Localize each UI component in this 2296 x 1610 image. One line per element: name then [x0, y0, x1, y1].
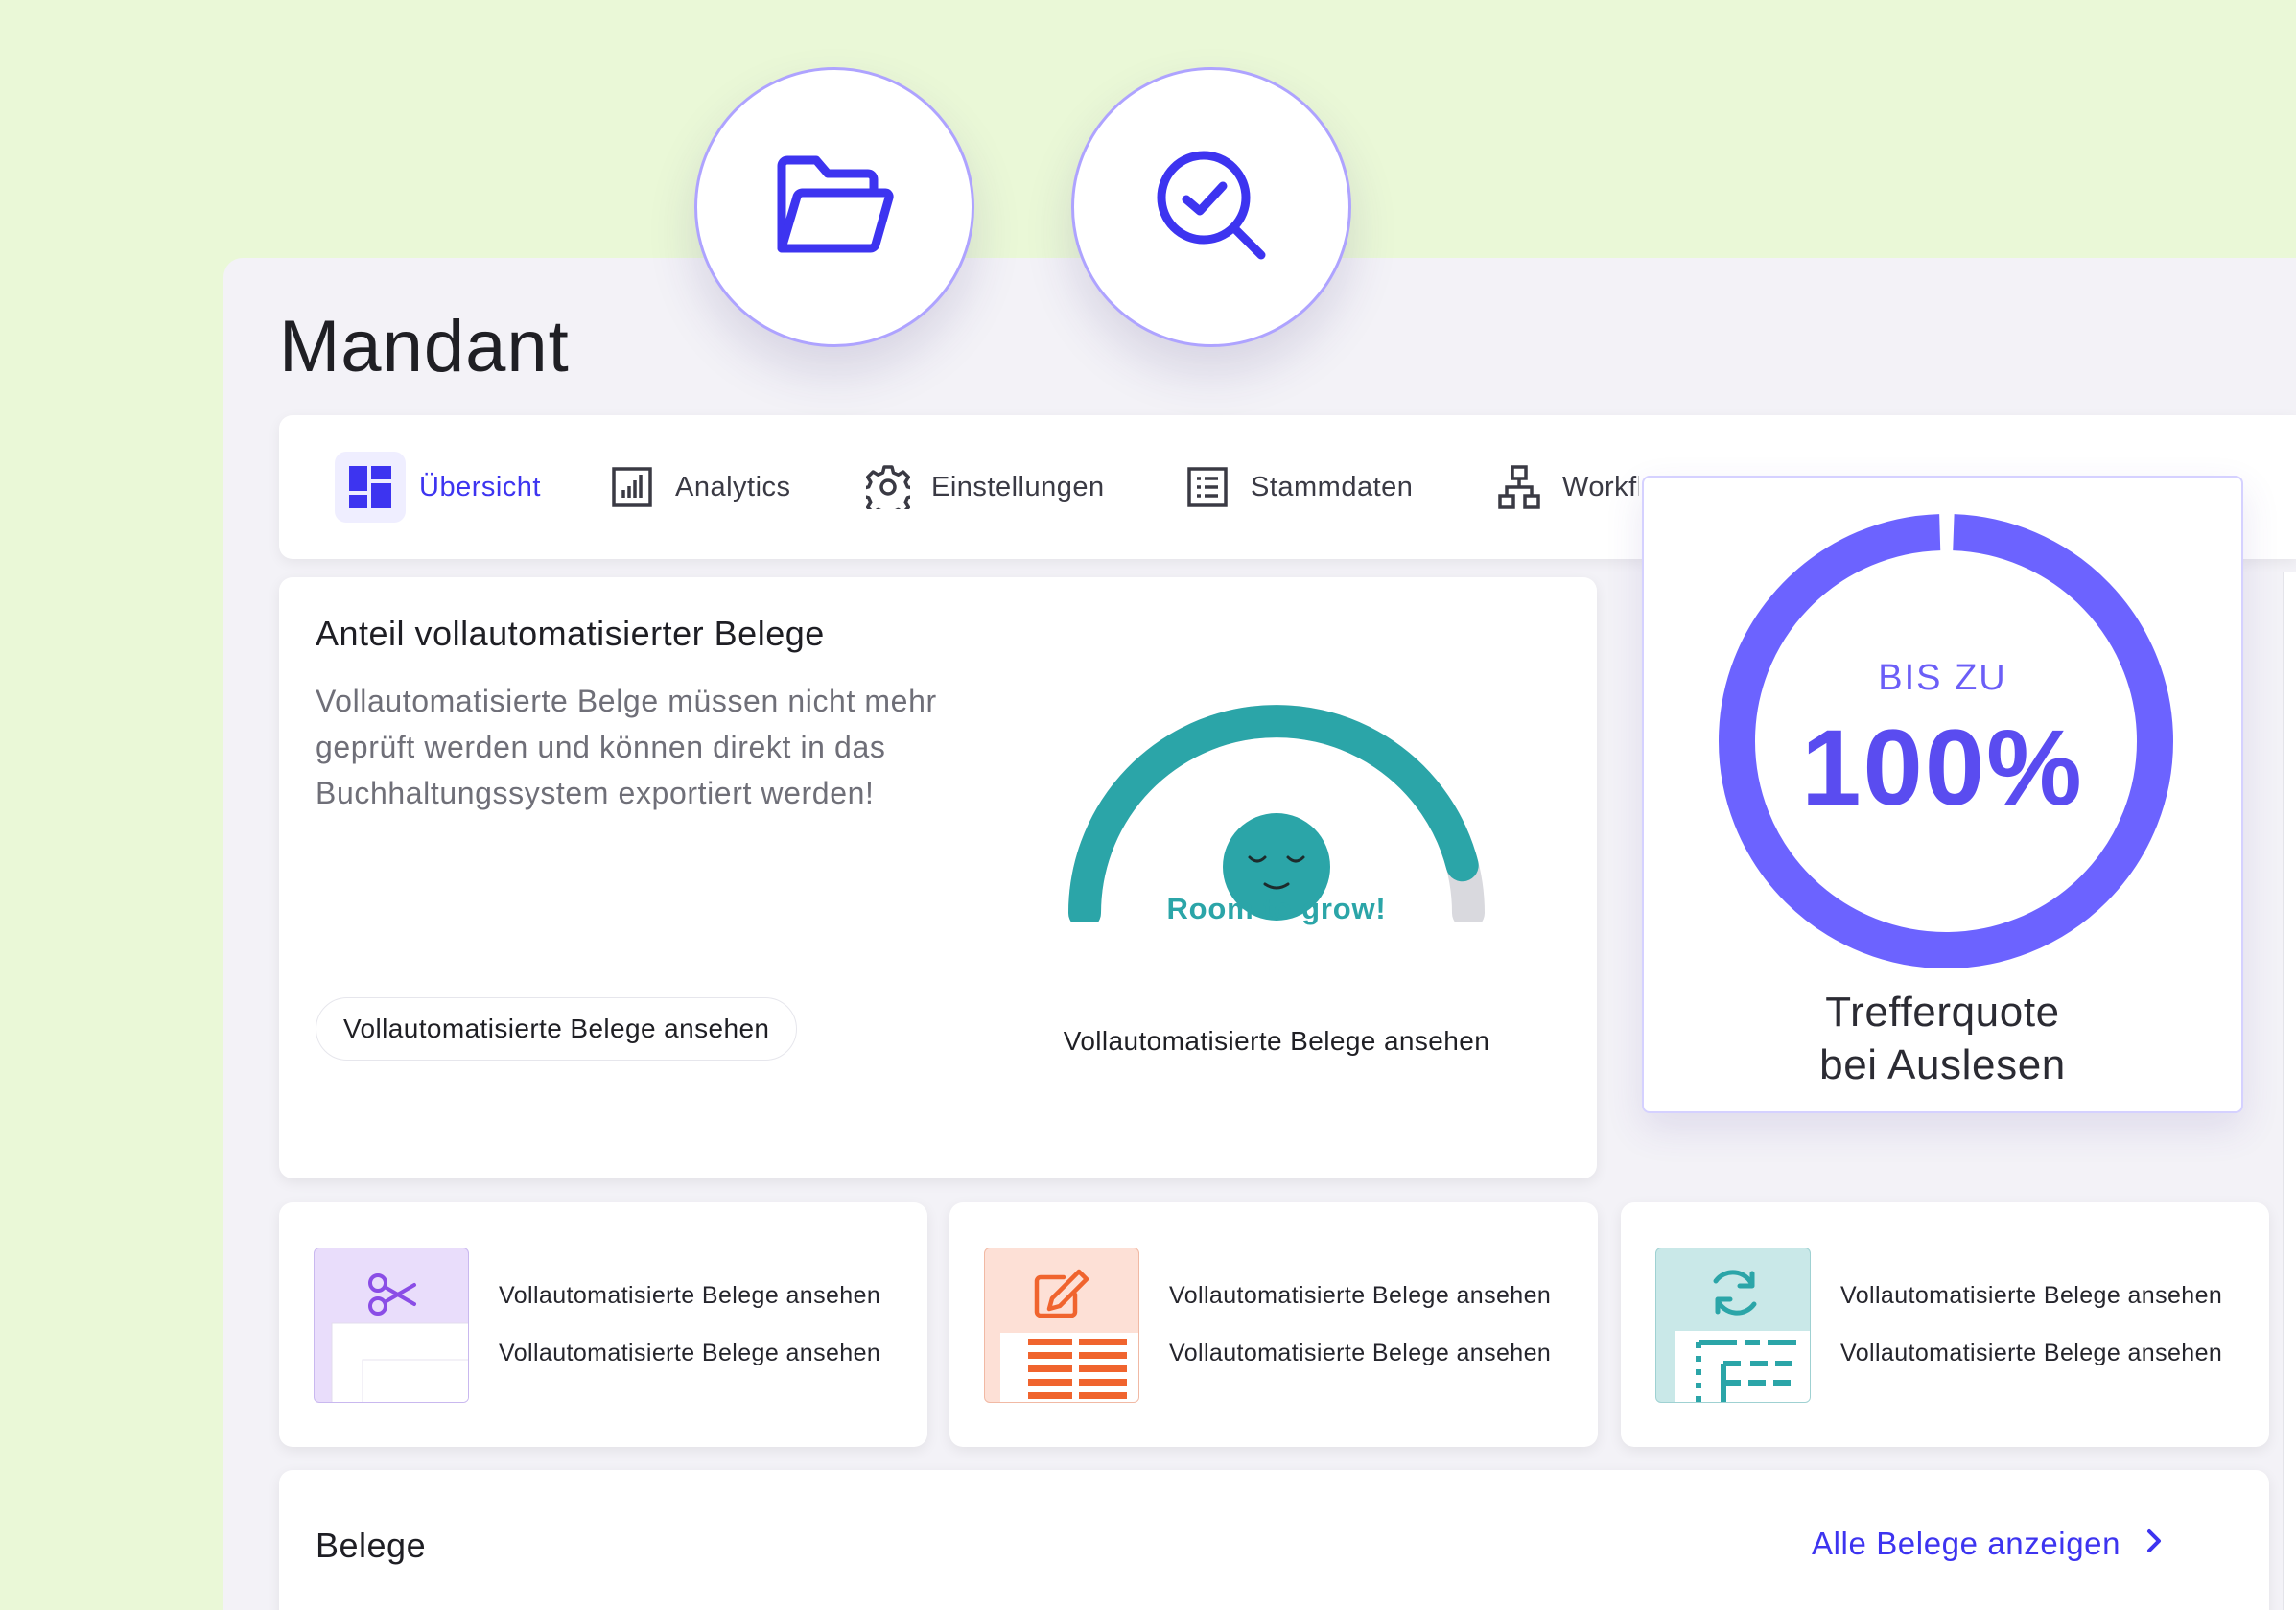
card-title: Anteil vollautomatisierter Belege	[316, 614, 825, 653]
chevron-right-icon	[2145, 1526, 2163, 1562]
feature-thumbnail	[314, 1248, 469, 1403]
feature-line-2: Vollautomatisierte Belege ansehen	[1840, 1340, 2223, 1366]
show-all-documents-link[interactable]: Alle Belege anzeigen	[1812, 1526, 2163, 1562]
tab-analytics-label: Analytics	[675, 471, 791, 502]
view-automated-documents-button[interactable]: Vollautomatisierte Belege ansehen	[316, 997, 798, 1061]
panel-edge	[2283, 572, 2296, 1610]
list-icon	[1185, 465, 1230, 509]
feature-card-scissors[interactable]: Vollautomatisierte Belege ansehen Vollau…	[279, 1202, 927, 1447]
hit-rate-card: BIS ZU 100% Trefferquote bei Auslesen	[1642, 476, 2243, 1113]
search-action-circle[interactable]	[1071, 67, 1351, 347]
folder-action-circle[interactable]	[694, 67, 974, 347]
card-description: Vollautomatisierte Belge müssen nicht me…	[316, 684, 937, 810]
stat-label-line2: bei Auslesen	[1819, 1041, 2066, 1088]
automation-gauge	[1066, 635, 1488, 929]
feature-line-2: Vollautomatisierte Belege ansehen	[499, 1340, 881, 1366]
search-check-icon	[1154, 148, 1269, 268]
gauge-caption: Room to grow!	[1166, 892, 1387, 925]
feature-line-2: Vollautomatisierte Belege ansehen	[1169, 1340, 1552, 1366]
bar-chart-icon	[610, 465, 654, 509]
feature-card-edit[interactable]: Vollautomatisierte Belege ansehen Vollau…	[949, 1202, 1598, 1447]
scissors-icon	[368, 1273, 416, 1316]
hierarchy-icon	[1497, 465, 1541, 509]
gauge-view-link[interactable]: Vollautomatisierte Belege ansehen	[998, 1026, 1555, 1057]
feature-card-refresh[interactable]: Vollautomatisierte Belege ansehen Vollau…	[1621, 1202, 2269, 1447]
tab-stammdaten[interactable]: Stammdaten	[1185, 415, 1413, 559]
page-title: Mandant	[279, 306, 570, 387]
tab-overview-label: Übersicht	[419, 471, 541, 502]
feature-line-1: Vollautomatisierte Belege ansehen	[499, 1282, 881, 1309]
tab-overview[interactable]: Übersicht	[335, 415, 541, 559]
feature-thumbnail	[984, 1248, 1139, 1403]
gear-icon	[866, 465, 910, 509]
dashboard-icon	[335, 452, 406, 523]
tab-settings-label: Einstellungen	[931, 471, 1105, 502]
tab-workflow[interactable]: Workfl	[1497, 415, 1639, 559]
tab-stammdaten-label: Stammdaten	[1251, 471, 1414, 502]
stat-value: 100%	[1801, 708, 2084, 828]
feature-line-1: Vollautomatisierte Belege ansehen	[1169, 1282, 1552, 1309]
refresh-icon	[1713, 1270, 1757, 1316]
automation-share-card: Anteil vollautomatisierter Belege Vollau…	[279, 577, 1597, 1178]
tab-analytics[interactable]: Analytics	[610, 415, 791, 559]
tab-workflow-label: Workfl	[1562, 471, 1639, 502]
stat-label-line1: Trefferquote	[1825, 989, 2060, 1036]
feature-line-1: Vollautomatisierte Belege ansehen	[1840, 1282, 2223, 1309]
show-all-documents-label: Alle Belege anzeigen	[1812, 1526, 2121, 1561]
documents-title: Belege	[316, 1526, 427, 1565]
stat-prefix: BIS ZU	[1878, 658, 2007, 698]
stat-label: Trefferquote bei Auslesen	[1644, 986, 2241, 1091]
documents-card: Belege Alle Belege anzeigen	[279, 1470, 2269, 1610]
folder-open-icon	[774, 152, 895, 263]
edit-icon	[1034, 1269, 1089, 1318]
tab-settings[interactable]: Einstellungen	[866, 415, 1105, 559]
feature-thumbnail	[1655, 1248, 1811, 1403]
